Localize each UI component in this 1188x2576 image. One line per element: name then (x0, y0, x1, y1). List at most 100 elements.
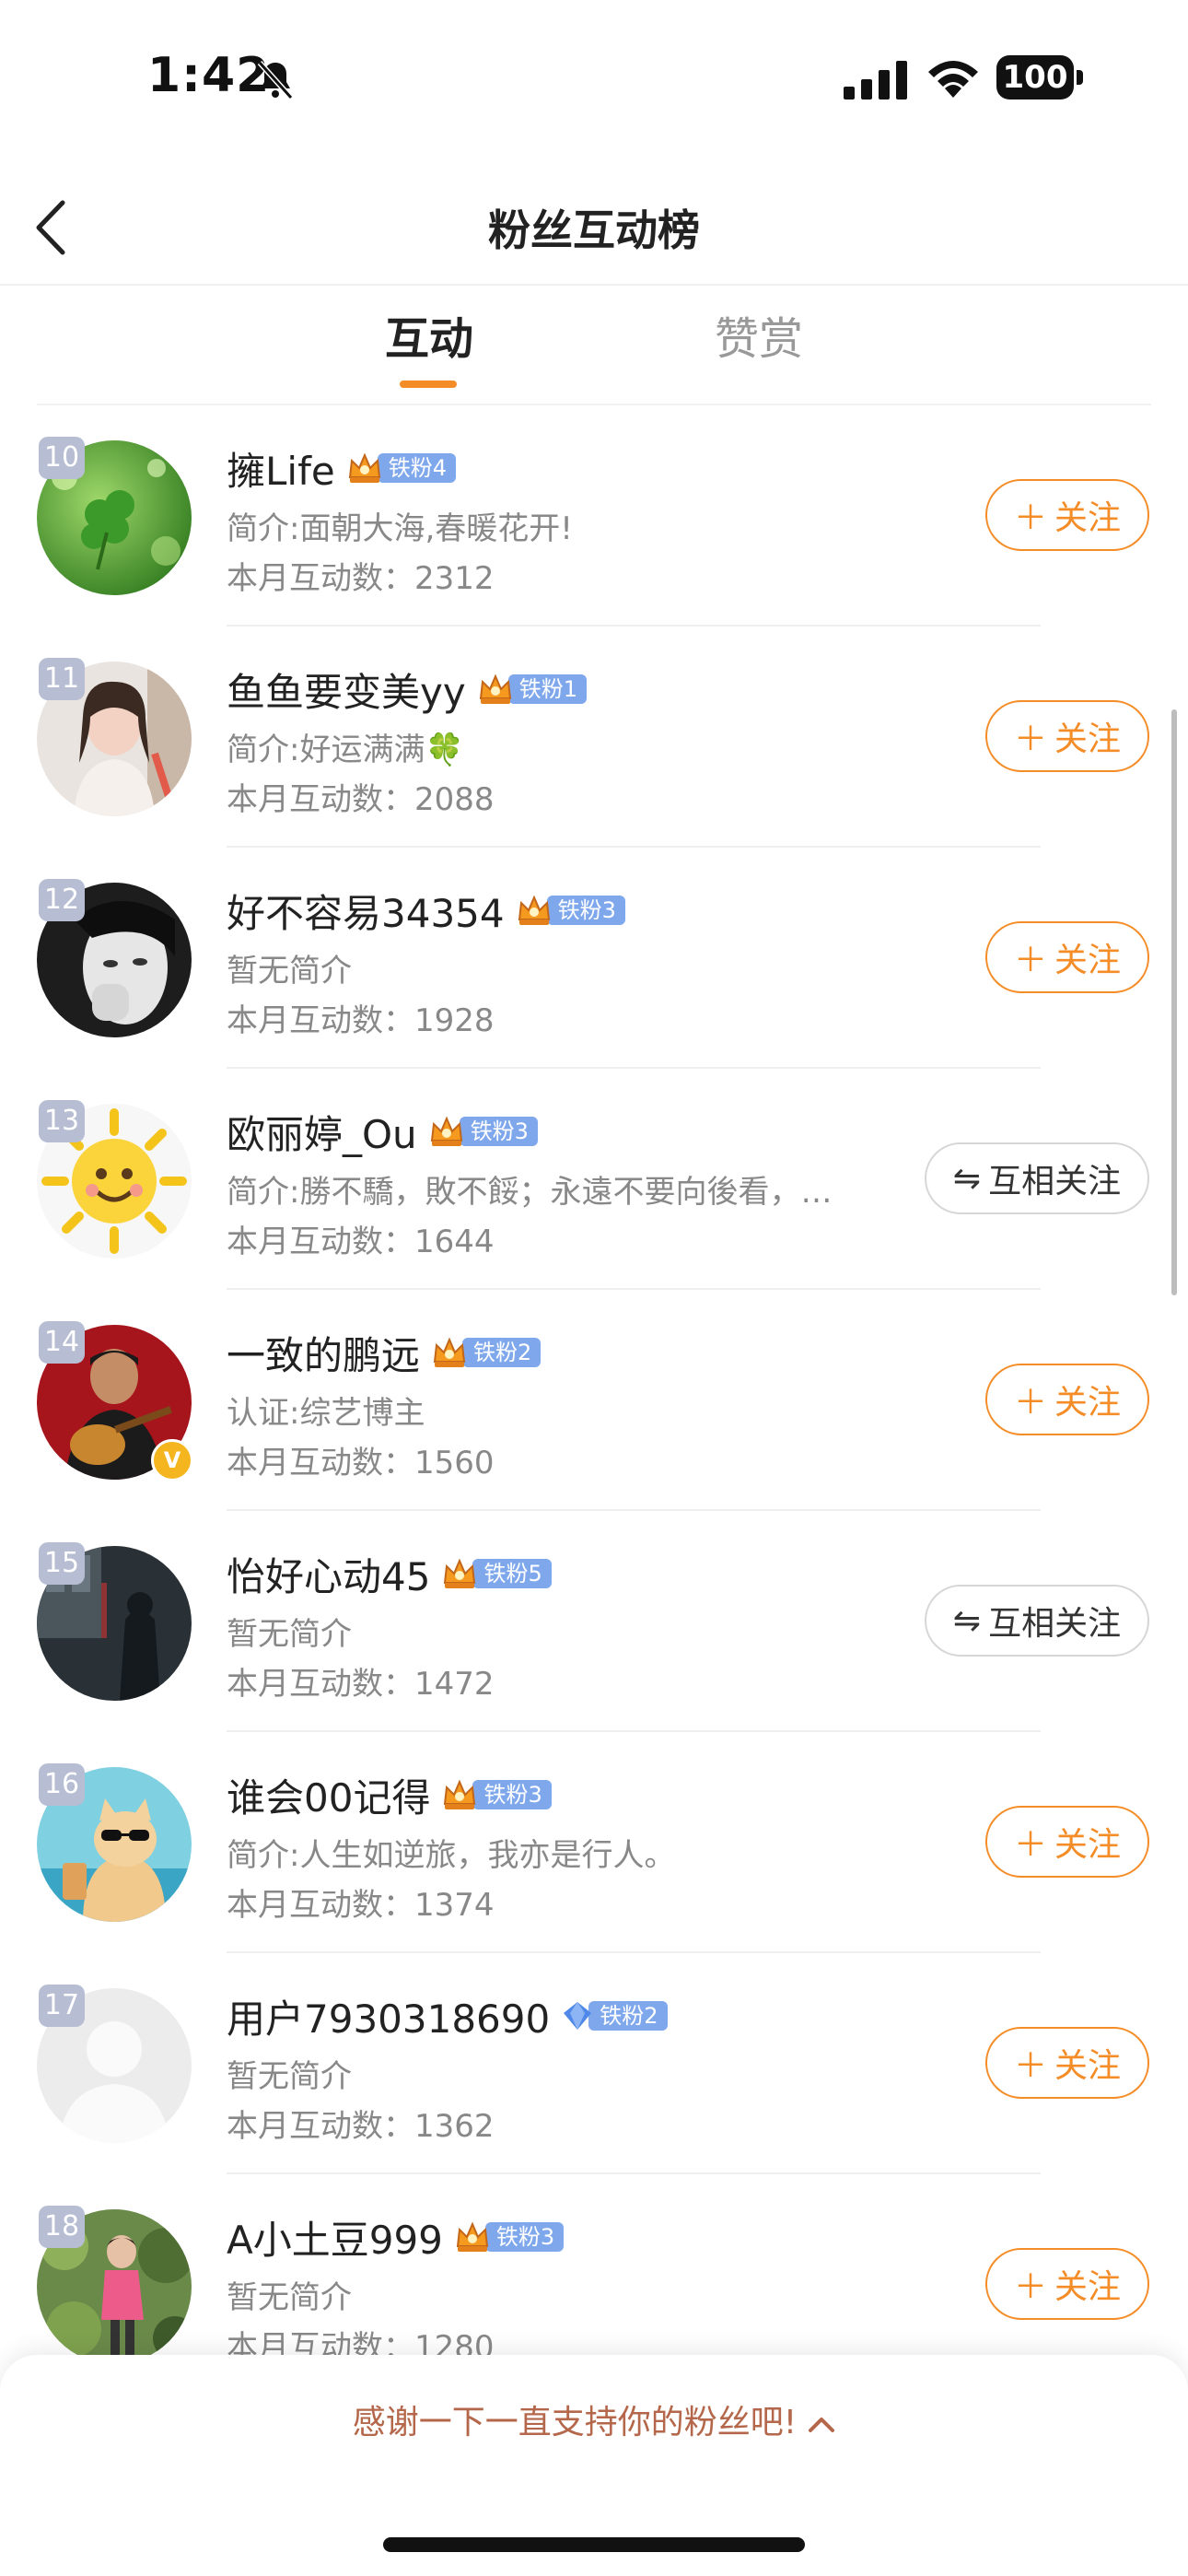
fan-level-badge: 铁粉3 (428, 1114, 538, 1149)
fan-name[interactable]: 谁会00记得 (227, 1767, 430, 1823)
home-indicator[interactable] (383, 2537, 805, 2552)
fan-row[interactable]: 12 好不容易34354 铁粉3 暂无简介 本月互动数：1928 ＋关注 (0, 848, 1188, 1069)
fan-name[interactable]: 欧丽婷_Ou (227, 1104, 417, 1160)
plus-icon: ＋ (1013, 1384, 1047, 1422)
fan-level-label: 铁粉4 (377, 453, 456, 483)
mutual-follow-button[interactable]: ⇋ 互相关注 (925, 1585, 1149, 1657)
crown-icon (441, 1555, 478, 1592)
follow-button[interactable]: ＋关注 (985, 921, 1149, 993)
chevron-up-icon (809, 2418, 835, 2432)
interaction-count: 本月互动数：1560 (227, 1445, 495, 1481)
mutual-follow-button[interactable]: ⇋ 互相关注 (925, 1142, 1149, 1214)
fan-row[interactable]: 11 鱼鱼要变美yy 铁粉1 简介:好运满满🍀 本月互动数：2088 ＋关注 (0, 626, 1188, 848)
fan-level-badge: 铁粉4 (346, 451, 456, 486)
crown-icon (441, 1776, 478, 1813)
follow-label: 关注 (1054, 942, 1122, 979)
battery-level: 100 (996, 55, 1074, 100)
interaction-count: 本月互动数：1644 (227, 1224, 495, 1260)
fan-row[interactable]: 13 欧丽婷_Ou 铁粉3 简介:勝不驕，敗不餒；永遠不要向後看，… 本月互动数… (0, 1069, 1188, 1290)
fan-level-badge: 铁粉2 (561, 1998, 668, 2033)
fan-bio: 简介:勝不驕，敗不餒；永遠不要向後看，… (227, 1174, 833, 1211)
fan-level-label: 铁粉3 (472, 1780, 552, 1809)
fan-row[interactable]: 14 一致的鹏远 铁粉2 认证:综艺博主 本月互动数：1560 ＋关注 V (0, 1290, 1188, 1511)
fan-level-badge: 铁粉3 (516, 893, 625, 928)
follow-label: 关注 (1054, 1826, 1122, 1864)
crown-icon (431, 1334, 468, 1371)
rank-badge: 16 (39, 1763, 85, 1806)
rank-badge: 11 (39, 658, 85, 700)
follow-button[interactable]: ＋关注 (985, 1364, 1149, 1435)
thanks-prompt[interactable]: 感谢一下一直支持你的粉丝吧! (0, 2395, 1188, 2443)
plus-icon: ＋ (1013, 2047, 1047, 2085)
mutual-follow-label: 互相关注 (988, 1163, 1122, 1200)
rank-badge: 17 (39, 1985, 85, 2027)
fan-bio: 简介:面朝大海,春暖花开! (227, 510, 573, 547)
fan-row[interactable]: 17 用户7930318690 铁粉2 暂无简介 本月互动数：1362 ＋关注 (0, 1953, 1188, 2174)
tab-reward[interactable]: 赞赏 (715, 302, 803, 367)
fan-name[interactable]: 怡好心动45 (227, 1546, 430, 1602)
interaction-count: 本月互动数：2312 (227, 560, 495, 597)
follow-button[interactable]: ＋关注 (985, 2027, 1149, 2099)
fan-level-badge: 铁粉2 (431, 1334, 542, 1371)
interaction-count: 本月互动数：1374 (227, 1887, 495, 1924)
fan-bio: 暂无简介 (227, 953, 352, 989)
status-bar: 1:42 100 (0, 0, 1188, 138)
fan-level-label: 铁粉3 (484, 2222, 565, 2252)
fan-name[interactable]: A小土豆999 (227, 2209, 443, 2266)
follow-button[interactable]: ＋关注 (985, 700, 1149, 772)
follow-label: 关注 (1054, 720, 1122, 758)
follow-label: 关注 (1054, 499, 1122, 537)
fan-bio: 简介:好运满满🍀 (227, 732, 464, 768)
fan-name[interactable]: 擁Life (227, 440, 335, 497)
fan-name[interactable]: 鱼鱼要变美yy (227, 662, 466, 718)
nav-bar: 粉丝互动榜 (0, 175, 1188, 286)
crown-icon (454, 2219, 491, 2255)
fan-name[interactable]: 一致的鹏远 (227, 1325, 420, 1381)
rank-badge: 10 (39, 437, 85, 479)
fan-level-label: 铁粉3 (459, 1117, 538, 1146)
tab-interaction[interactable]: 互动 (385, 302, 473, 367)
bell-muted-icon (257, 60, 294, 100)
rank-badge: 13 (39, 1100, 85, 1142)
fan-row[interactable]: 16 谁会00记得 铁粉3 简介:人生如逆旅，我亦是行人。 本月互动数：1374… (0, 1732, 1188, 1953)
fan-name[interactable]: 用户7930318690 (227, 1988, 550, 2044)
crown-icon (477, 671, 514, 708)
fan-bio: 暂无简介 (227, 2058, 352, 2095)
fan-bio: 暂无简介 (227, 1616, 352, 1653)
follow-button[interactable]: ＋关注 (985, 479, 1149, 551)
page-title: 粉丝互动榜 (488, 205, 700, 255)
fan-level-label: 铁粉2 (462, 1338, 542, 1367)
interaction-count: 本月互动数：1362 (227, 2108, 495, 2145)
plus-icon: ＋ (1013, 499, 1047, 537)
plus-icon: ＋ (1013, 2268, 1047, 2306)
diamond-icon (561, 1999, 594, 2032)
active-tab-indicator (400, 381, 457, 388)
follow-label: 关注 (1054, 2047, 1122, 2085)
interaction-count: 本月互动数：2088 (227, 781, 495, 818)
fan-row[interactable]: 10 擁Life 铁粉4 简介:面朝大海,春暖花开! 本月互动数：2312 ＋关… (0, 405, 1188, 626)
nav-divider (0, 284, 1188, 286)
rank-badge: 14 (39, 1321, 85, 1364)
interaction-count: 本月互动数：1928 (227, 1002, 495, 1039)
scrollbar[interactable] (1171, 709, 1177, 1295)
fan-level-badge: 铁粉3 (441, 1776, 552, 1813)
fan-bio: 认证:综艺博主 (227, 1395, 425, 1432)
follow-button[interactable]: ＋关注 (985, 1806, 1149, 1878)
fan-level-badge: 铁粉3 (454, 2219, 565, 2255)
rank-badge: 12 (39, 879, 85, 921)
interaction-count: 本月互动数：1472 (227, 1666, 495, 1703)
fan-bio: 暂无简介 (227, 2279, 352, 2316)
crown-icon (516, 892, 553, 929)
fan-bio: 简介:人生如逆旅，我亦是行人。 (227, 1837, 676, 1874)
swap-arrows-icon: ⇋ (952, 1601, 982, 1640)
fan-level-label: 铁粉3 (546, 896, 625, 925)
fan-level-badge: 铁粉1 (477, 672, 587, 707)
fan-name[interactable]: 好不容易34354 (227, 883, 505, 939)
plus-icon: ＋ (1013, 942, 1047, 979)
follow-button[interactable]: ＋关注 (985, 2248, 1149, 2320)
rank-badge: 18 (39, 2206, 85, 2248)
battery-icon: 100 (996, 55, 1085, 100)
fan-row[interactable]: 15 怡好心动45 铁粉5 暂无简介 本月互动数：1472 ⇋ 互相关注 (0, 1511, 1188, 1732)
follow-label: 关注 (1054, 2268, 1122, 2306)
verified-badge-icon: V (151, 1439, 193, 1481)
